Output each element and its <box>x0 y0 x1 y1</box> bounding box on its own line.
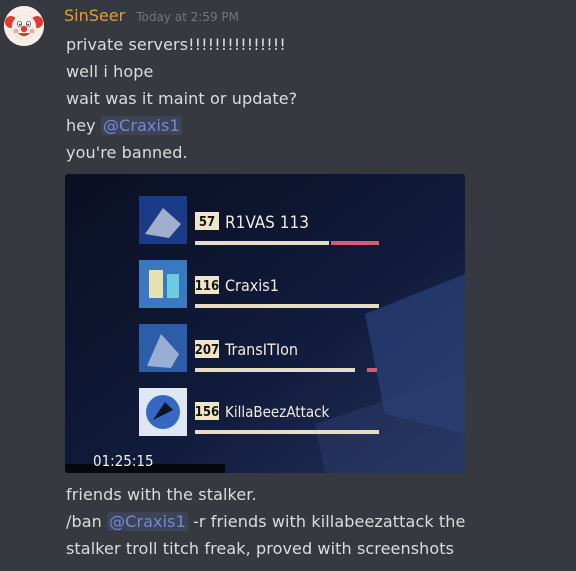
user-mention[interactable]: @Craxis1 <box>100 116 182 135</box>
player-level: 57 <box>199 215 215 230</box>
player-name: Craxis1 <box>225 276 279 295</box>
message-timestamp: Today at 2:59 PM <box>136 10 240 24</box>
chat-message: SinSeer Today at 2:59 PM private servers… <box>0 0 576 571</box>
message-line: friends with the stalker. <box>66 485 257 504</box>
player-level: 156 <box>195 405 219 420</box>
player-name: KillaBeezAttack <box>225 403 330 421</box>
player-name: R1VAS 113 <box>225 213 309 233</box>
message-text: /ban <box>66 512 108 531</box>
video-timestamp: 01:25:15 <box>93 452 154 470</box>
message-header: SinSeer Today at 2:59 PM <box>64 6 239 25</box>
clown-avatar-icon <box>4 6 44 46</box>
user-avatar[interactable] <box>4 6 44 46</box>
image-attachment[interactable]: 57 R1VAS 113 116 Craxis1 207 TransITIon … <box>65 174 465 473</box>
user-mention[interactable]: @Craxis1 <box>107 512 188 531</box>
scoreboard-screenshot: 57 R1VAS 113 116 Craxis1 207 TransITIon … <box>65 174 465 473</box>
message-line: you're banned. <box>66 143 188 162</box>
message-line: wait was it maint or update? <box>66 89 298 108</box>
message-line: /ban @Craxis1 -r friends with killabeeza… <box>66 512 465 531</box>
message-text: hey <box>66 116 101 135</box>
author-name[interactable]: SinSeer <box>64 6 125 25</box>
message-line: well i hope <box>66 62 154 81</box>
player-level: 207 <box>195 343 219 358</box>
message-line: stalker troll titch freak, proved with s… <box>66 539 455 558</box>
message-line: hey @Craxis1 <box>66 116 182 135</box>
message-text: -r friends with killabeezattack the <box>187 512 466 531</box>
player-level: 116 <box>195 279 219 294</box>
message-line: private servers!!!!!!!!!!!!!!! <box>66 35 286 54</box>
player-name: TransITIon <box>224 340 298 359</box>
